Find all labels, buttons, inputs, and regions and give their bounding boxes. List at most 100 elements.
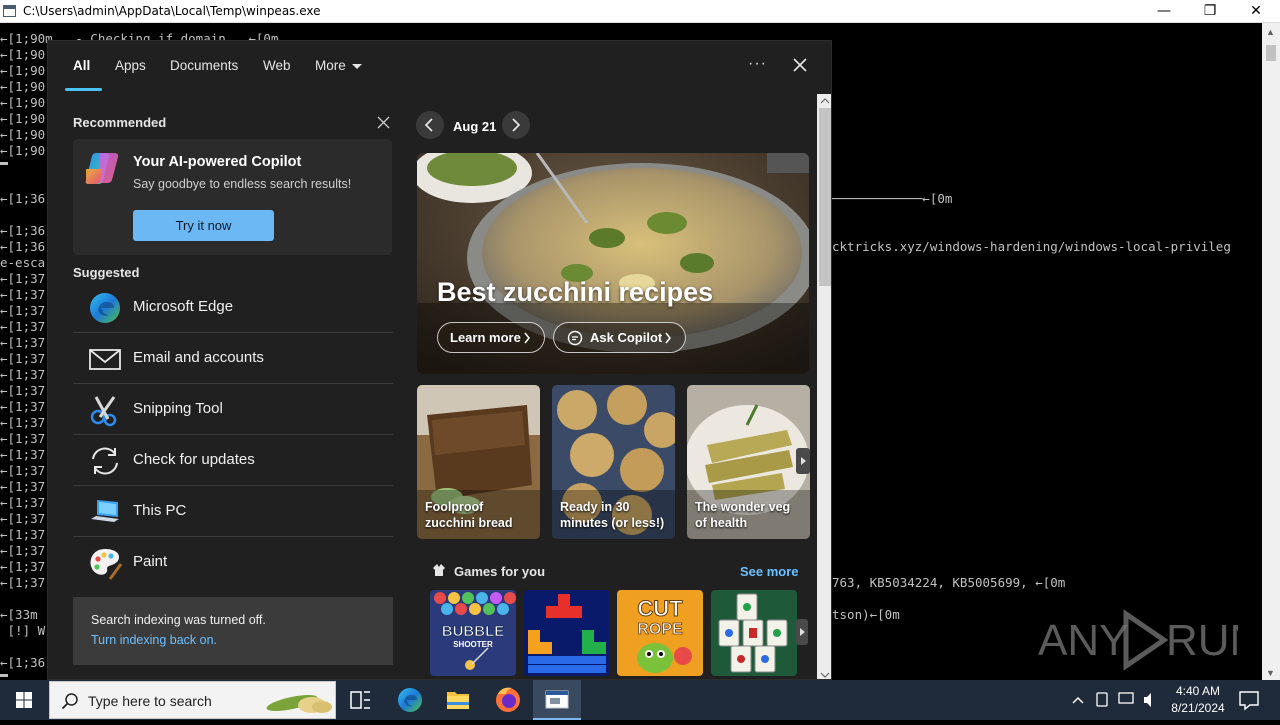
scroll-up-arrow-icon[interactable] (817, 95, 832, 107)
scrollbar-thumb[interactable] (1266, 45, 1276, 61)
scroll-down-arrow-icon[interactable]: ▼ (1266, 668, 1275, 678)
console-scrollbar[interactable]: ▲ ▼ (1262, 23, 1280, 680)
console-app-icon (545, 690, 569, 709)
chevron-left-icon (424, 118, 433, 132)
console-cursor-2 (0, 674, 8, 677)
console-taskbar-button[interactable] (533, 680, 581, 720)
maximize-button[interactable]: ❐ (1187, 0, 1233, 23)
console-line: ←[1;37 (0, 319, 46, 334)
close-icon[interactable] (790, 55, 810, 75)
firefox-button[interactable] (484, 680, 532, 720)
suggested-item-paint[interactable]: Paint (73, 538, 393, 588)
indexing-notice: Search indexing was turned off. Turn ind… (73, 597, 393, 665)
console-line: ←[1;37 (0, 351, 46, 366)
tab-more[interactable]: More (315, 58, 362, 73)
recommended-heading: Recommended (73, 115, 167, 130)
console-line: ←[1;37 (0, 367, 46, 382)
games-icon (433, 564, 445, 576)
suggested-item-email-and-accounts[interactable]: Email and accounts (73, 334, 393, 384)
tab-documents[interactable]: Documents (170, 58, 238, 73)
copilot-card: Your AI-powered Copilot Say goodbye to e… (73, 139, 392, 255)
console-line: ←[1;37 (0, 447, 46, 462)
scroll-up-arrow-icon[interactable]: ▲ (1266, 27, 1275, 37)
see-more-link[interactable]: See more (740, 564, 799, 579)
taskbar-search-box[interactable]: Type here to search (49, 681, 336, 719)
recipe-card-ready-in-30[interactable]: Ready in 30 minutes (or less!) (552, 385, 675, 539)
edge-icon (90, 293, 120, 323)
svg-text:ANY: ANY (1038, 616, 1128, 665)
clock-time[interactable]: 4:40 AM (1162, 684, 1234, 698)
scrollbar-thumb[interactable] (819, 108, 831, 286)
recipe-card-zucchini-bread[interactable]: Foolproof zucchini bread (417, 385, 540, 539)
game-tile-bubble-shooter[interactable]: BUBBLE SHOOTER (430, 590, 516, 676)
device-icon[interactable] (1096, 692, 1108, 707)
chevron-right-icon (512, 118, 521, 132)
search-panel-scrollbar[interactable] (817, 94, 832, 680)
games-next-button[interactable] (796, 619, 808, 645)
cut-the-rope-image: CUT ROPE (617, 590, 703, 676)
suggested-item-snipping-tool[interactable]: Snipping Tool (73, 385, 393, 435)
notification-icon[interactable] (1237, 688, 1261, 712)
tab-all[interactable]: All (73, 58, 90, 73)
start-button[interactable] (0, 680, 48, 720)
bubble-shooter-subwordmark: SHOOTER (453, 640, 493, 649)
minimize-button[interactable]: — (1141, 0, 1187, 23)
chevron-down-icon (351, 63, 362, 69)
game-tile-cut-the-rope[interactable]: CUT ROPE (617, 590, 703, 676)
triangle-right-icon (800, 628, 805, 636)
task-view-icon (350, 691, 370, 709)
more-options-button[interactable]: ··· (748, 55, 767, 73)
cards-next-button[interactable] (796, 448, 810, 474)
console-line: ←[1;37 (0, 527, 46, 542)
turn-indexing-on-link[interactable]: Turn indexing back on. (91, 633, 217, 647)
console-line: ←[1;37 (0, 431, 46, 446)
edge-taskbar-button[interactable] (386, 680, 434, 720)
tab-apps[interactable]: Apps (115, 58, 146, 73)
suggested-item-label: Microsoft Edge (133, 298, 234, 315)
console-line: ←[1;36 (0, 223, 46, 238)
computer-icon (91, 500, 119, 522)
game-tile-block-puzzle[interactable] (524, 590, 610, 676)
network-icon[interactable] (1118, 692, 1134, 704)
task-view-button[interactable] (336, 680, 384, 720)
try-it-now-button[interactable]: Try it now (133, 210, 274, 241)
cut-the-rope-wordmark: CUT (637, 596, 683, 621)
console-line: ←[1;90 (0, 143, 46, 158)
next-day-button[interactable] (502, 111, 530, 139)
console-line: ←[1;37 (0, 335, 46, 350)
copilot-logo-icon (85, 153, 119, 184)
chevron-up-icon[interactable] (1072, 696, 1084, 704)
previous-day-button[interactable] (416, 111, 444, 139)
windows-search-panel: All Apps Documents Web More ··· Recommen… (47, 40, 832, 680)
close-icon[interactable] (377, 116, 390, 129)
clock-date[interactable]: 8/21/2024 (1162, 701, 1234, 715)
taskbar: Type here to search 4:40 AM 8/21/2024 (0, 680, 1280, 720)
console-line: ────────────←[0m (832, 191, 953, 206)
learn-more-button[interactable]: Learn more (437, 322, 545, 353)
highlights-date: Aug 21 (453, 119, 497, 134)
console-line: ←[1;37 (0, 383, 46, 398)
file-explorer-button[interactable] (434, 680, 482, 720)
hero-card[interactable]: Best zucchini recipes Learn more Ask Cop… (417, 153, 809, 374)
console-line: ←[1;90 (0, 111, 46, 126)
system-tray (1068, 680, 1158, 720)
suggested-item-this-pc[interactable]: This PC (73, 487, 393, 537)
recipe-card-caption: Ready in 30 minutes (or less!) (560, 500, 665, 530)
suggested-item-label: Check for updates (133, 451, 255, 468)
console-line: ←[1;37 (0, 415, 46, 430)
suggested-item-microsoft-edge[interactable]: Microsoft Edge (73, 283, 393, 333)
suggested-item-check-for-updates[interactable]: Check for updates (73, 436, 393, 486)
paint-icon (90, 549, 122, 580)
volume-icon[interactable] (1144, 693, 1151, 707)
close-button[interactable]: ✕ (1233, 0, 1279, 23)
tab-more-label: More (315, 58, 346, 73)
console-line: ←[1;37 (0, 495, 46, 510)
tab-web[interactable]: Web (263, 58, 291, 73)
game-tile-mahjong[interactable] (711, 590, 797, 676)
bubble-shooter-wordmark: BUBBLE (442, 623, 505, 640)
ask-copilot-button[interactable]: Ask Copilot (553, 322, 686, 353)
recipe-card-wonder-veg[interactable]: The wonder veg of health (687, 385, 810, 539)
console-window-title: C:\Users\admin\AppData\Local\Temp\winpea… (23, 4, 321, 18)
scroll-down-arrow-icon[interactable] (817, 669, 832, 680)
suggested-heading: Suggested (73, 265, 140, 280)
